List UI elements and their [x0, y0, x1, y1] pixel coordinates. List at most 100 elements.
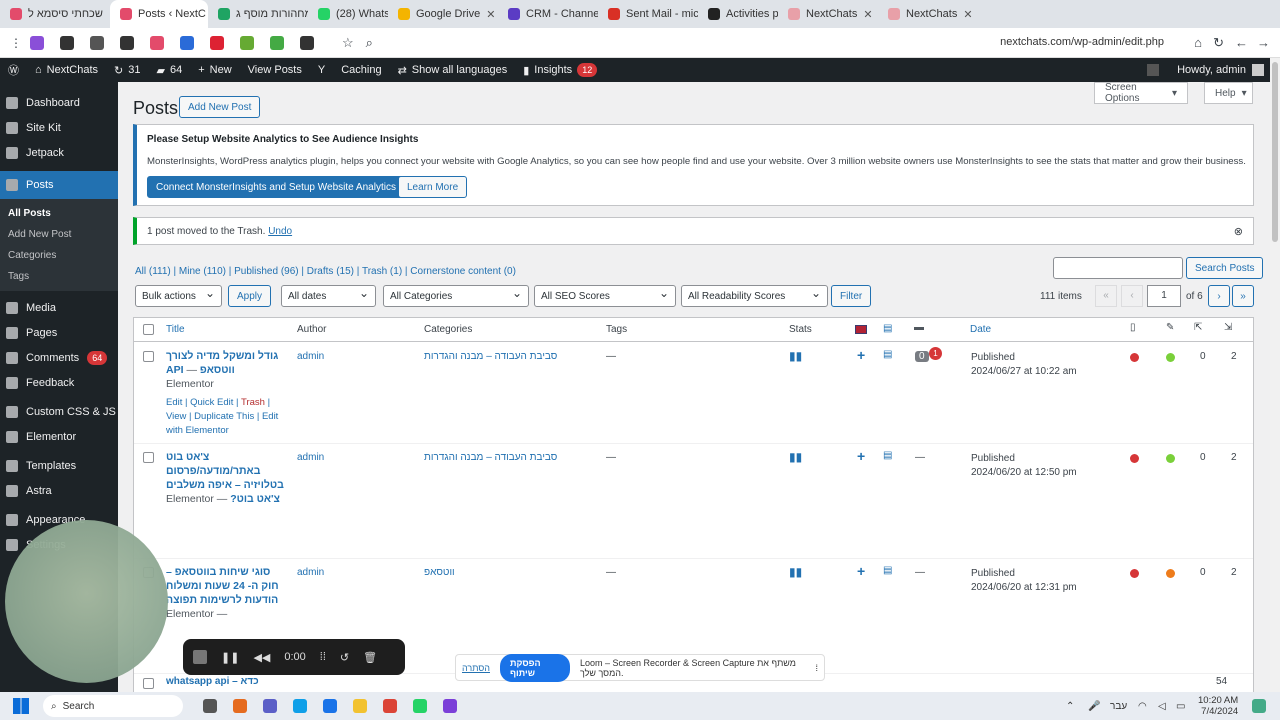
task-view-icon[interactable]	[203, 699, 217, 713]
extension-icon[interactable]	[300, 35, 314, 50]
url-field[interactable]: nextchats.com/wp-admin/edit.php	[1000, 36, 1164, 48]
clock[interactable]: 10:20 AM 7/4/2024	[1198, 695, 1238, 717]
sidebar-item-jetpack[interactable]: Jetpack	[0, 140, 118, 165]
add-new-post-button[interactable]: Add New Post	[179, 96, 261, 118]
submenu-item[interactable]: Tags	[0, 266, 118, 287]
comment-count[interactable]: 0	[915, 351, 929, 362]
caching-link[interactable]: Caching	[333, 58, 389, 82]
extension-icon[interactable]	[90, 35, 104, 50]
drag-handle-icon[interactable]: ⁞	[815, 663, 818, 673]
extension-icon[interactable]	[30, 35, 44, 50]
author-link[interactable]: admin	[297, 351, 324, 362]
browser-tab[interactable]: CRM - Channels |✕	[498, 0, 598, 28]
post-title-link[interactable]: סוגי שיחות בווטסאפ – חוק ה- 24 שעות ומשל…	[166, 565, 284, 621]
browser-tab[interactable]: מחהורות מוסף ג✕	[208, 0, 308, 28]
reload-icon[interactable]: ↻	[1213, 35, 1224, 51]
sidebar-item-comments[interactable]: Comments 64	[0, 345, 118, 370]
close-tab-icon[interactable]: ✕	[486, 8, 495, 21]
help-button[interactable]: Help ▾	[1204, 82, 1253, 104]
site-name-link[interactable]: ⌂ NextChats	[27, 58, 106, 82]
extension-icon[interactable]	[240, 35, 254, 50]
hide-link[interactable]: הסתרה	[462, 663, 490, 673]
start-icon[interactable]	[13, 698, 29, 714]
explorer-icon[interactable]	[353, 699, 367, 713]
comments-column-icon[interactable]: ▬	[914, 322, 924, 333]
author-link[interactable]: admin	[297, 567, 324, 578]
author-link[interactable]: admin	[297, 452, 324, 463]
filter-button[interactable]: Filter	[831, 285, 872, 307]
title-column-header[interactable]: Title	[166, 324, 185, 335]
browser-tab[interactable]: שכחתי סיסמא ל✕	[0, 0, 110, 28]
row-checkbox[interactable]	[143, 452, 154, 463]
stats-icon[interactable]: ▮▮	[789, 565, 802, 579]
extension-icon[interactable]	[120, 35, 134, 50]
dismiss-icon[interactable]: ⊗	[1234, 225, 1243, 238]
submenu-item[interactable]: All Posts	[0, 203, 118, 224]
stop-recording-button[interactable]	[193, 650, 207, 664]
extension-icon[interactable]	[270, 35, 284, 50]
learn-more-button[interactable]: Learn More	[398, 176, 468, 198]
post-title-link[interactable]: גודל ומשקל מדיה לצורך ווטסאפ API — Eleme…	[166, 349, 284, 391]
new-content-link[interactable]: + New	[190, 58, 239, 82]
restart-icon[interactable]: ↺	[340, 651, 349, 664]
browser-tab[interactable]: Google Drive ✕	[388, 0, 498, 28]
category-link[interactable]: ווטסאפ	[424, 567, 455, 578]
edit-link[interactable]: Edit	[166, 397, 182, 408]
last-page-button[interactable]: »	[1232, 285, 1254, 307]
add-translation-icon[interactable]: +	[857, 563, 865, 579]
edge-icon[interactable]	[293, 699, 307, 713]
add-translation-icon[interactable]: +	[857, 347, 865, 363]
extension-icon[interactable]	[180, 35, 194, 50]
updates-link[interactable]: ↻ 31	[106, 58, 148, 82]
language-indicator[interactable]: עבר	[1110, 701, 1127, 712]
readability-filter-select[interactable]: All Readability Scores	[681, 285, 828, 307]
microphone-icon[interactable]: 🎤	[1088, 701, 1100, 712]
connect-analytics-button[interactable]: Connect MonsterInsights and Setup Websit…	[147, 176, 405, 198]
duplicate-link[interactable]: Duplicate This	[194, 411, 254, 422]
sidebar-item-astra[interactable]: Astra	[0, 478, 118, 503]
browser-tab[interactable]: Posts ‹ NextC✕	[110, 0, 208, 28]
sidebar-item-templates[interactable]: Templates	[0, 453, 118, 478]
extension-icon[interactable]	[150, 35, 164, 50]
browser-tab[interactable]: NextChats ✕	[878, 0, 986, 28]
row-checkbox[interactable]	[143, 678, 154, 689]
translation-icon[interactable]: ▤	[883, 450, 892, 461]
translation-icon[interactable]: ▤	[883, 565, 892, 576]
store-icon[interactable]	[323, 699, 337, 713]
volume-icon[interactable]: ◁	[1158, 701, 1166, 712]
zoom-icon[interactable]: ⌕	[366, 35, 373, 51]
insights-link[interactable]: ▮ Insights 12	[515, 58, 605, 82]
translation-icon[interactable]: ▤	[883, 349, 892, 360]
submenu-item[interactable]: Categories	[0, 245, 118, 266]
post-title-link[interactable]: whatsapp api – כדא	[166, 676, 259, 687]
incoming-links-icon[interactable]: ⇲	[1224, 322, 1232, 333]
row-checkbox[interactable]	[143, 351, 154, 362]
post-title-link[interactable]: צ'אט בוט באתר/מודעה/פרסום בטלויזיה – איפ…	[166, 450, 284, 506]
battery-icon[interactable]: ▭	[1176, 701, 1185, 712]
search-input[interactable]	[1053, 257, 1183, 279]
browser-tab[interactable]: Sent Mail - mich✕	[598, 0, 698, 28]
yoast-icon[interactable]: Y	[310, 58, 333, 82]
category-link[interactable]: סביבת העבודה – מבנה והגדרות	[424, 452, 557, 463]
bulk-actions-select[interactable]: Bulk actions	[135, 285, 222, 307]
webcam-bubble[interactable]	[5, 520, 168, 683]
close-tab-icon[interactable]: ✕	[963, 8, 972, 21]
select-all-checkbox[interactable]	[143, 324, 154, 335]
sidebar-item-pages[interactable]: Pages	[0, 320, 118, 345]
extension-icon[interactable]	[210, 35, 224, 50]
readability-icon[interactable]: ✎	[1166, 322, 1174, 333]
stats-icon[interactable]: ▮▮	[789, 349, 802, 363]
download-icon[interactable]	[60, 35, 74, 50]
account-menu[interactable]: Howdy, admin	[1147, 58, 1264, 82]
seo-score-icon[interactable]: ▯	[1130, 322, 1136, 333]
close-tab-icon[interactable]: ✕	[863, 8, 872, 21]
sidebar-item-site-kit[interactable]: Site Kit	[0, 115, 118, 140]
browser-tab[interactable]: NextChats ✕	[778, 0, 878, 28]
chrome-icon[interactable]	[383, 699, 397, 713]
sidebar-item-custom-css-js[interactable]: Custom CSS & JS	[0, 399, 118, 424]
browser-tab[interactable]: Activities page✕	[698, 0, 778, 28]
home-icon[interactable]: ⌂	[1194, 35, 1202, 50]
categories-filter-select[interactable]: All Categories	[383, 285, 529, 307]
dates-filter-select[interactable]: All dates	[281, 285, 376, 307]
search-posts-button[interactable]: Search Posts	[1186, 257, 1264, 279]
